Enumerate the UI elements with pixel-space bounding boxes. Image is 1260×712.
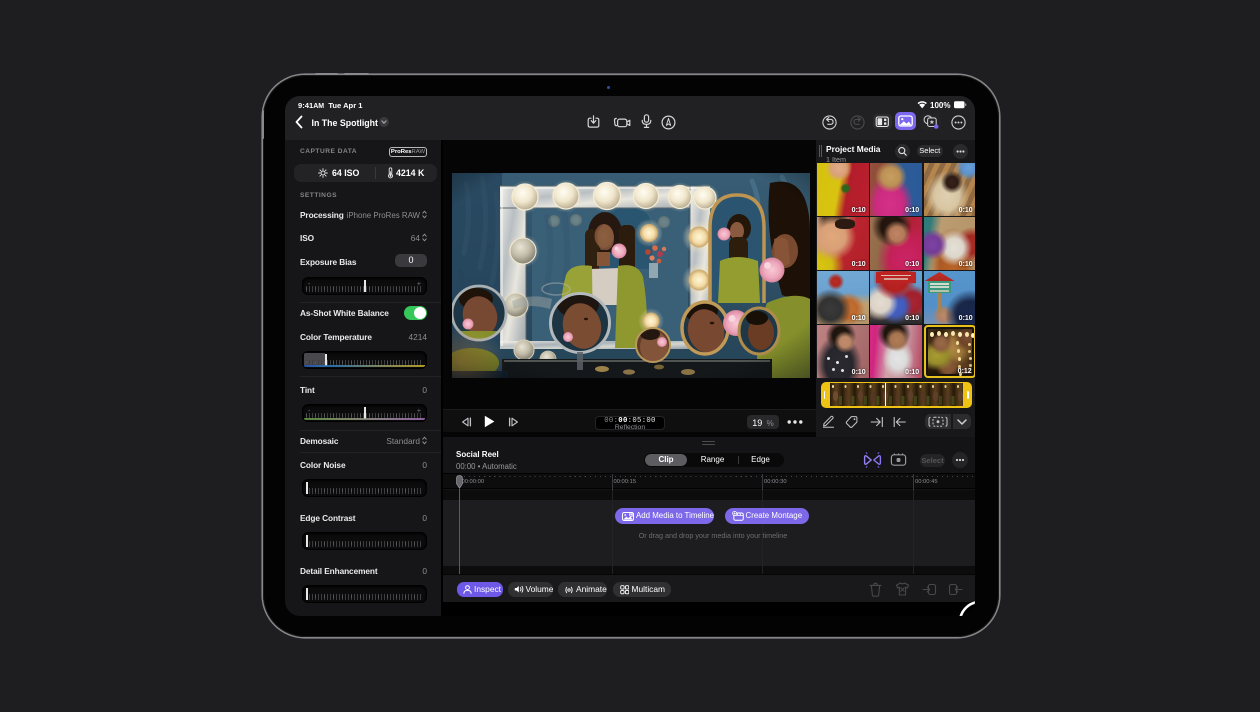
svg-text:100%: 100%: [930, 101, 950, 110]
